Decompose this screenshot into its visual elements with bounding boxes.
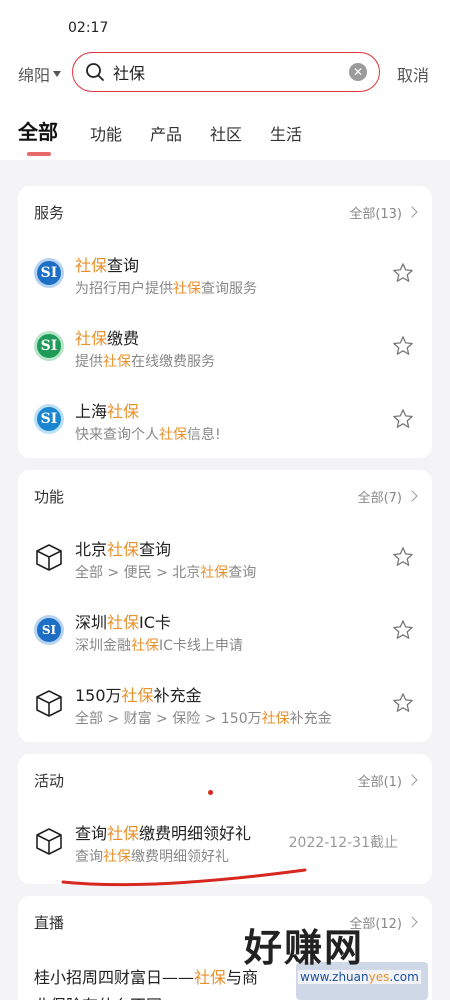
cancel-button[interactable]: 取消 xyxy=(397,62,429,86)
tab-functions[interactable]: 功能 xyxy=(90,121,122,145)
item-desc: 全部 > 财富 > 保险 > 150万社保补充金 xyxy=(75,711,332,727)
deadline-date: 2022-12-31截止 xyxy=(288,835,398,851)
services-title: 服务 xyxy=(34,203,65,222)
status-time: 02:17 xyxy=(68,20,109,36)
activities-more-link[interactable]: 全部(1) xyxy=(357,771,418,790)
item-title: 社保查询 xyxy=(75,256,140,275)
social-security-blue-icon: SI xyxy=(34,258,64,288)
tab-life[interactable]: 生活 xyxy=(270,121,302,145)
clear-icon[interactable]: ✕ xyxy=(349,63,367,81)
city-label: 绵阳 xyxy=(18,66,51,85)
annotation-underline xyxy=(61,868,307,887)
item-desc: 查询社保缴费明细领好礼 xyxy=(75,849,229,865)
star-icon[interactable] xyxy=(392,546,414,568)
star-icon[interactable] xyxy=(392,335,414,357)
watermark-url: www.zhuanyes.com xyxy=(298,970,421,984)
star-icon[interactable] xyxy=(392,262,414,284)
list-item[interactable]: SI 社保缴费 提供社保在线缴费服务 xyxy=(18,311,432,384)
item-title: 上海社保 xyxy=(75,402,140,421)
chevron-right-icon xyxy=(406,916,418,928)
shenzhen-social-security-icon: SI xyxy=(34,615,64,645)
activities-title: 活动 xyxy=(34,771,65,790)
list-item[interactable]: 150万社保补充金 全部 > 财富 > 保险 > 150万社保补充金 xyxy=(18,668,432,741)
live-item-title-line2: 业保险有什么不同 xyxy=(34,992,162,1000)
item-title: 社保缴费 xyxy=(75,329,140,348)
list-item[interactable]: SI 社保查询 为招行用户提供社保查询服务 xyxy=(18,238,432,311)
functions-more-link[interactable]: 全部(7) xyxy=(357,487,418,506)
activities-more-label: 全部(1) xyxy=(357,774,402,790)
services-card: 服务 全部(13) SI 社保查询 为招行用户提供社保查询服务 SI 社保缴费 … xyxy=(18,186,432,458)
chevron-right-icon xyxy=(406,774,418,786)
star-icon[interactable] xyxy=(392,619,414,641)
item-desc: 全部 > 便民 > 北京社保查询 xyxy=(75,565,257,581)
list-item[interactable]: SI 深圳社保IC卡 深圳金融社保IC卡线上申请 xyxy=(18,595,432,668)
functions-card: 功能 全部(7) 北京社保查询 全部 > 便民 > 北京社保查询 SI 深圳社保… xyxy=(18,470,432,742)
tab-community[interactable]: 社区 xyxy=(210,121,242,145)
item-desc: 提供社保在线缴费服务 xyxy=(75,354,215,370)
list-item[interactable]: 北京社保查询 全部 > 便民 > 北京社保查询 xyxy=(18,522,432,595)
item-desc: 深圳金融社保IC卡线上申请 xyxy=(75,638,243,654)
chevron-right-icon xyxy=(406,206,418,218)
activities-card: 活动 全部(1) 查询社保缴费明细领好礼 查询社保缴费明细领好礼 2022-12… xyxy=(18,754,432,884)
active-tab-indicator xyxy=(27,152,51,156)
list-item[interactable]: SI 上海社保 快来查询个人社保信息! xyxy=(18,384,432,457)
services-more-label: 全部(13) xyxy=(349,206,402,222)
item-title: 北京社保查询 xyxy=(75,540,172,559)
chevron-right-icon xyxy=(406,490,418,502)
functions-title: 功能 xyxy=(34,487,65,506)
search-box[interactable]: 社保 ✕ xyxy=(72,52,380,92)
search-input[interactable]: 社保 xyxy=(113,60,349,84)
tab-bar: 全部 功能 产品 社区 生活 xyxy=(18,116,330,145)
star-icon[interactable] xyxy=(392,408,414,430)
item-desc: 快来查询个人社保信息! xyxy=(75,427,221,443)
social-security-green-icon: SI xyxy=(34,331,64,361)
caret-down-icon xyxy=(53,71,62,77)
item-title: 深圳社保IC卡 xyxy=(75,613,171,632)
top-bar: 02:17 绵阳 社保 ✕ 取消 全部 功能 产品 社区 生活 xyxy=(0,0,450,160)
social-security-cyan-icon: SI xyxy=(34,404,64,434)
item-title: 查询社保缴费明细领好礼 xyxy=(75,824,252,843)
functions-more-label: 全部(7) xyxy=(357,490,402,506)
cube-icon xyxy=(36,690,62,717)
item-desc: 为招行用户提供社保查询服务 xyxy=(75,281,257,297)
cube-icon xyxy=(36,544,62,571)
services-more-link[interactable]: 全部(13) xyxy=(349,203,418,222)
annotation-dot xyxy=(208,790,213,795)
city-selector[interactable]: 绵阳 xyxy=(18,62,62,86)
live-title: 直播 xyxy=(34,913,65,932)
tab-all[interactable]: 全部 xyxy=(18,116,58,145)
star-icon[interactable] xyxy=(392,692,414,714)
watermark-logo: 好赚网 xyxy=(244,926,365,970)
cube-icon xyxy=(36,828,62,855)
tab-products[interactable]: 产品 xyxy=(150,121,182,145)
search-icon xyxy=(86,63,104,81)
live-item-title[interactable]: 桂小招周四财富日——社保与商 xyxy=(34,964,258,988)
item-title: 150万社保补充金 xyxy=(75,686,202,705)
